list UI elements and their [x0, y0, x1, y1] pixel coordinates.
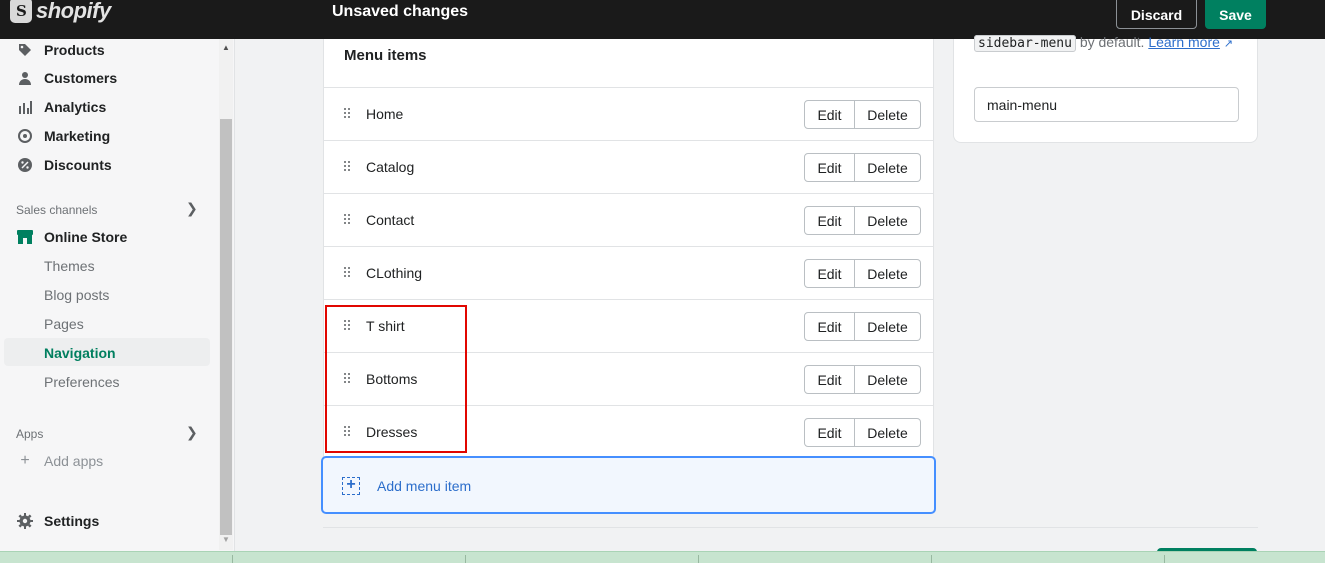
handle-input[interactable] — [974, 87, 1239, 122]
edit-button[interactable]: Edit — [804, 259, 855, 288]
sidebar-item-label: Settings — [44, 513, 100, 529]
delete-button[interactable]: Delete — [855, 153, 921, 182]
sidebar-item-products[interactable]: Products — [16, 39, 105, 61]
delete-button[interactable]: Delete — [855, 206, 921, 235]
edit-button[interactable]: Edit — [804, 100, 855, 129]
handle-help-text: sidebar-menu by default. Learn more ↗ — [974, 32, 1244, 54]
save-button[interactable]: Save — [1205, 0, 1266, 29]
handle-card: sidebar-menu by default. Learn more ↗ — [953, 34, 1258, 143]
handle-code: sidebar-menu — [974, 35, 1076, 52]
unsaved-changes-text: Unsaved changes — [332, 3, 469, 20]
strip-divider — [1164, 555, 1165, 563]
sidebar-item-label: Discounts — [44, 157, 112, 173]
menu-item-row[interactable]: Catalog Edit Delete — [324, 140, 933, 193]
row-actions: Edit Delete — [804, 153, 921, 182]
external-link-icon[interactable]: ↗ — [1224, 38, 1233, 50]
add-menu-item-label: Add menu item — [377, 478, 472, 494]
gear-icon — [16, 512, 34, 530]
edit-button[interactable]: Edit — [804, 206, 855, 235]
row-actions: Edit Delete — [804, 206, 921, 235]
sidebar-item-analytics[interactable]: Analytics — [16, 96, 106, 118]
sidebar-item-online-store[interactable]: Online Store — [16, 226, 127, 248]
drag-handle-icon[interactable] — [344, 267, 352, 279]
menu-item-row[interactable]: Contact Edit Delete — [324, 193, 933, 246]
delete-button[interactable]: Delete — [855, 312, 921, 341]
chevron-right-icon[interactable]: ❯ — [186, 424, 198, 441]
sidebar-item-settings[interactable]: Settings — [16, 510, 99, 532]
sidebar-sub-blog-posts[interactable]: Blog posts — [44, 287, 109, 303]
card-title: Menu items — [344, 47, 427, 64]
shopify-logo[interactable]: shopify — [10, 0, 111, 26]
delete-button[interactable]: Delete — [855, 418, 921, 447]
row-actions: Edit Delete — [804, 418, 921, 447]
discount-icon — [16, 156, 34, 174]
apps-label: Apps — [16, 427, 44, 441]
learn-more-link[interactable]: Learn more — [1148, 34, 1220, 50]
delete-button[interactable]: Delete — [855, 259, 921, 288]
add-plus-icon: + — [342, 477, 360, 495]
menu-item-label: Catalog — [366, 159, 415, 175]
sidebar-item-label: Online Store — [44, 229, 128, 245]
row-actions: Edit Delete — [804, 259, 921, 288]
sidebar: Products Customers Analytics Marketing D… — [0, 39, 235, 563]
sidebar-item-label: Products — [44, 42, 105, 58]
scrollbar-thumb[interactable] — [220, 119, 232, 535]
add-menu-item-button[interactable]: + Add menu item — [321, 456, 936, 514]
edit-button[interactable]: Edit — [804, 153, 855, 182]
sidebar-item-discounts[interactable]: Discounts — [16, 154, 112, 176]
target-icon — [16, 127, 34, 145]
shopify-bag-icon — [10, 0, 32, 23]
row-actions: Edit Delete — [804, 365, 921, 394]
bar-chart-icon — [16, 98, 34, 116]
tag-icon — [16, 41, 34, 59]
sidebar-item-label: Analytics — [44, 99, 107, 115]
discard-button[interactable]: Discard — [1116, 0, 1197, 29]
sidebar-sub-themes[interactable]: Themes — [44, 258, 95, 274]
edit-button[interactable]: Edit — [804, 365, 855, 394]
strip-divider — [232, 555, 233, 563]
menu-item-label: CLothing — [366, 265, 423, 281]
sidebar-item-customers[interactable]: Customers — [16, 67, 117, 89]
menu-item-label: Home — [366, 106, 404, 122]
sales-channels-label: Sales channels — [16, 203, 98, 217]
drag-handle-icon[interactable] — [344, 161, 352, 173]
edit-button[interactable]: Edit — [804, 312, 855, 341]
add-apps-link[interactable]: + Add apps — [16, 450, 103, 472]
menu-item-row[interactable]: Home Edit Delete — [324, 87, 933, 140]
add-apps-label: Add apps — [44, 453, 104, 469]
person-icon — [16, 69, 34, 87]
store-icon — [16, 228, 34, 246]
scroll-up-icon[interactable]: ▲ — [222, 43, 230, 52]
row-actions: Edit Delete — [804, 100, 921, 129]
divider — [323, 527, 1258, 528]
delete-button[interactable]: Delete — [855, 100, 921, 129]
row-actions: Edit Delete — [804, 312, 921, 341]
strip-divider — [465, 555, 466, 563]
sidebar-sub-preferences[interactable]: Preferences — [44, 374, 119, 390]
highlight-annotation — [325, 305, 467, 453]
strip-divider — [698, 555, 699, 563]
sidebar-item-label: Customers — [44, 70, 118, 86]
sidebar-item-label: Marketing — [44, 128, 111, 144]
scroll-down-icon[interactable]: ▼ — [222, 535, 230, 544]
menu-item-label: Contact — [366, 212, 415, 228]
plus-icon: + — [20, 452, 30, 469]
drag-handle-icon[interactable] — [344, 108, 352, 120]
logo-text: shopify — [36, 0, 111, 23]
drag-handle-icon[interactable] — [344, 214, 352, 226]
sidebar-sub-pages[interactable]: Pages — [44, 316, 84, 332]
sidebar-item-marketing[interactable]: Marketing — [16, 125, 110, 147]
by-default-text: by default. — [1079, 34, 1145, 50]
strip-divider — [931, 555, 932, 563]
edit-button[interactable]: Edit — [804, 418, 855, 447]
delete-button[interactable]: Delete — [855, 365, 921, 394]
menu-item-row[interactable]: CLothing Edit Delete — [324, 246, 933, 299]
sidebar-sub-navigation[interactable]: Navigation — [44, 345, 116, 361]
bottom-toolbar — [0, 551, 1325, 563]
chevron-right-icon[interactable]: ❯ — [186, 200, 198, 217]
